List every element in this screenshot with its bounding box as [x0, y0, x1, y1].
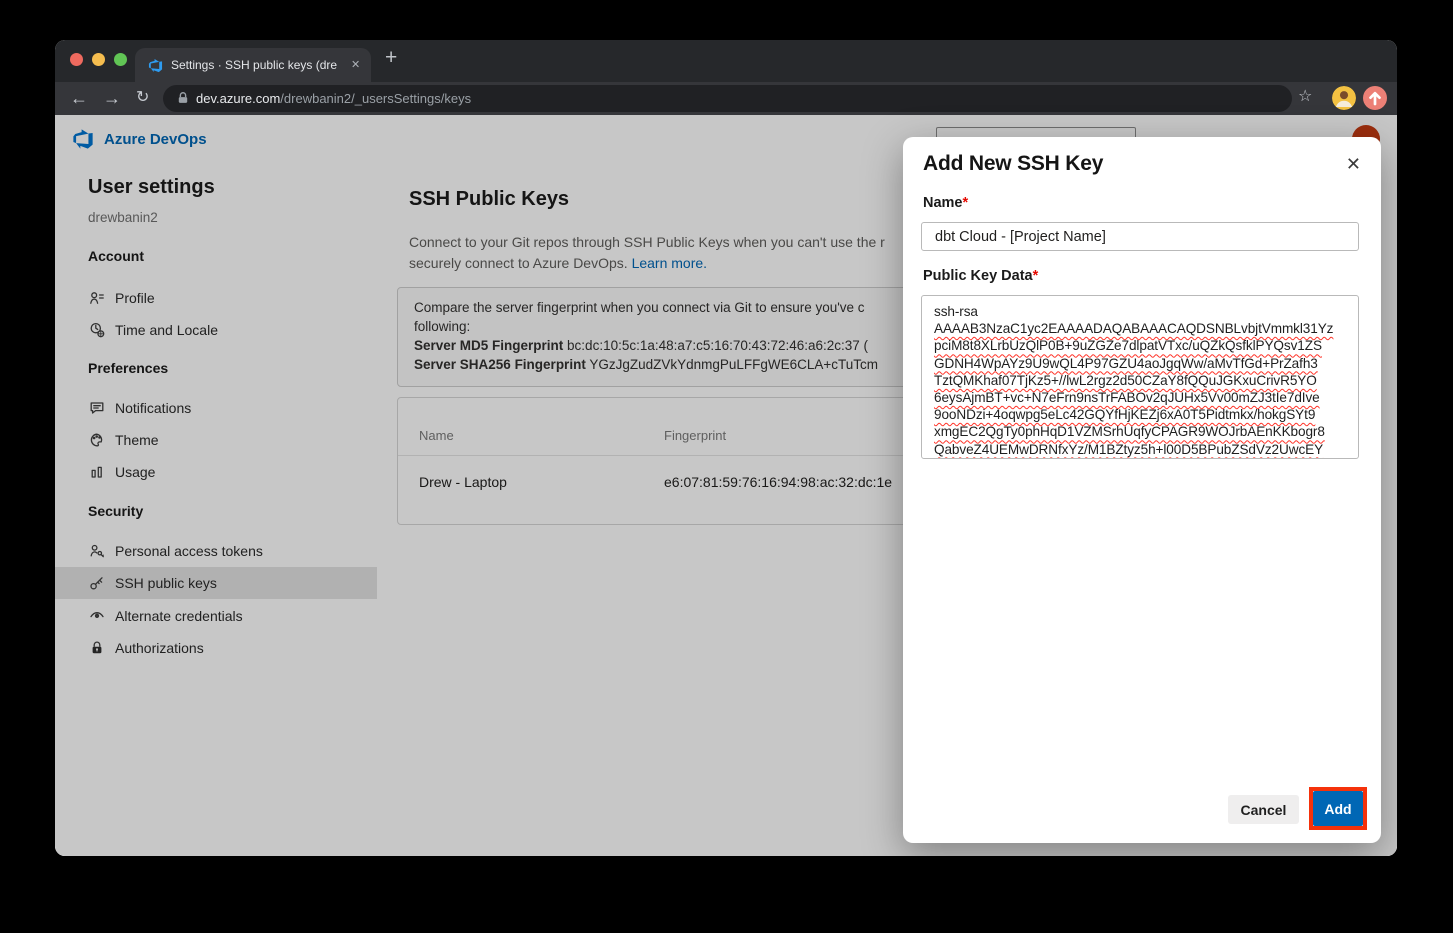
window-minimize-button[interactable]	[92, 53, 105, 66]
name-label: Name*	[923, 195, 968, 211]
url-path: /drewbanin2/_usersSettings/keys	[280, 91, 471, 106]
browser-tab[interactable]: Settings · SSH public keys (dre ✕	[135, 48, 371, 82]
key-line: 6eysAjmBT+vc+N7eFrn9nsTrFABOv2qJUHx5Vv00…	[934, 389, 1346, 406]
browser-window: Settings · SSH public keys (dre ✕ + ← → …	[55, 40, 1397, 856]
forward-icon[interactable]: →	[103, 85, 121, 111]
key-line: TztQMKhaf07TjKz5+//lwL2rgz2d50CZaY8fQQuJ…	[934, 372, 1346, 389]
https-lock-icon	[176, 91, 190, 105]
key-line: pciM8t8XLrbUzQlP0B+9uZGZe7dlpatVTxc/uQZk…	[934, 337, 1346, 354]
close-icon[interactable]: ✕	[1346, 154, 1361, 175]
highlight-annotation-box: Add	[1309, 787, 1367, 830]
tab-title: Settings · SSH public keys (dre	[171, 58, 373, 74]
public-key-data-textarea[interactable]: ssh-rsa AAAAB3NzaC1yc2EAAAADAQABAAACAQDS…	[921, 295, 1359, 459]
key-line: dvHWkdliPJmGrTVC1rE4rBmjkQmL0iEvO4QC4kT0…	[934, 458, 1346, 459]
window-zoom-button[interactable]	[114, 53, 127, 66]
browser-update-icon[interactable]	[1363, 86, 1387, 110]
azure-devops-favicon-icon	[148, 58, 163, 73]
cancel-button[interactable]: Cancel	[1228, 795, 1299, 824]
tab-close-icon[interactable]: ✕	[351, 58, 360, 71]
browser-profile-avatar[interactable]	[1332, 86, 1356, 110]
url-text: dev.azure.com/drewbanin2/_usersSettings/…	[196, 91, 471, 106]
add-ssh-key-dialog: Add New SSH Key ✕ Name* Public Key Data*…	[903, 137, 1381, 843]
reload-icon[interactable]: ↻	[136, 85, 149, 111]
key-line: 9ooNDzi+4oqwpg5eLc42GQYfHjKEZj6xA0T5Pidt…	[934, 406, 1346, 423]
back-icon[interactable]: ←	[70, 85, 88, 111]
key-line: GDNH4WpAYz9U9wQL4P97GZU4aoJgqWw/aMvTfGd+…	[934, 355, 1346, 372]
tab-strip: Settings · SSH public keys (dre ✕ +	[55, 40, 1397, 82]
dialog-title: Add New SSH Key	[923, 152, 1103, 176]
required-asterisk: *	[1033, 268, 1039, 284]
window-close-button[interactable]	[70, 53, 83, 66]
address-bar[interactable]: dev.azure.com/drewbanin2/_usersSettings/…	[163, 85, 1292, 112]
key-line: ssh-rsa	[934, 303, 1346, 320]
public-key-data-label: Public Key Data*	[923, 268, 1038, 284]
bookmark-star-icon[interactable]: ☆	[1298, 86, 1312, 106]
key-line: xmgEC2QgTy0phHqD1VZMSrhUqfyCPAGR9WOJrbAE…	[934, 423, 1346, 440]
required-asterisk: *	[963, 195, 969, 211]
key-line: QabveZ4UEMwDRNfxYz/M1BZtyz5h+l00D5BPubZS…	[934, 441, 1346, 458]
new-tab-button[interactable]: +	[385, 46, 397, 70]
key-name-input[interactable]	[921, 222, 1359, 251]
browser-toolbar: ← → ↻ dev.azure.com/drewbanin2/_usersSet…	[55, 82, 1397, 115]
key-line: AAAAB3NzaC1yc2EAAAADAQABAAACAQDSNBLvbjtV…	[934, 320, 1346, 337]
add-button[interactable]: Add	[1313, 791, 1363, 826]
url-domain: dev.azure.com	[196, 91, 280, 106]
